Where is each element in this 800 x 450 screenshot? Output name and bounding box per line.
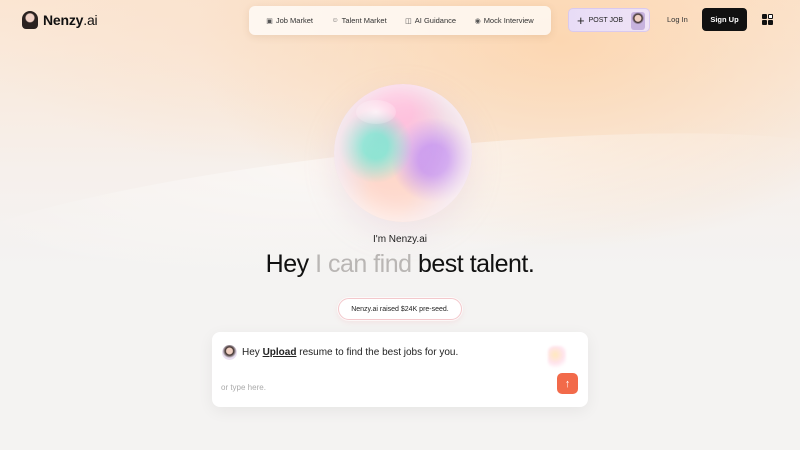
nav-ai-guidance[interactable]: ◫ AI Guidance — [405, 16, 456, 25]
chat-input[interactable] — [221, 380, 541, 394]
brand-name: Nenzy.ai — [43, 12, 98, 28]
chat-box: Hey Upload resume to find the best jobs … — [212, 332, 588, 407]
page-title: Hey I can find best talent. — [0, 250, 800, 279]
orb-highlight — [356, 100, 396, 124]
plus-icon: + — [577, 12, 585, 28]
chat-message: Hey Upload resume to find the best jobs … — [242, 347, 459, 358]
ai-orb — [334, 84, 472, 222]
nav-mock-interview[interactable]: ◉ Mock Interview — [475, 16, 534, 25]
upload-link[interactable]: Upload — [263, 347, 297, 358]
headline-end: best talent. — [418, 250, 535, 278]
login-link[interactable]: Log In — [667, 15, 688, 24]
post-job-label: POST JOB — [588, 16, 624, 24]
funding-badge[interactable]: Nenzy.ai raised $24K pre-seed. — [338, 298, 462, 320]
brand-logo[interactable]: Nenzy.ai — [22, 11, 98, 29]
grid-menu-icon[interactable] — [762, 14, 773, 25]
avatar — [222, 345, 237, 360]
user-icon: ☺ — [331, 17, 339, 24]
nav-talent-market[interactable]: ☺ Talent Market — [331, 16, 386, 25]
sparkle-icon — [548, 346, 566, 368]
avatar — [631, 12, 645, 30]
headline-start: Hey — [265, 250, 309, 278]
book-icon: ◫ — [405, 17, 412, 25]
nav-job-market[interactable]: ▣ Job Market — [266, 16, 313, 25]
send-button[interactable]: ↑ — [557, 373, 578, 394]
target-icon: ◉ — [474, 17, 481, 25]
main-nav: ▣ Job Market ☺ Talent Market ◫ AI Guidan… — [249, 6, 551, 35]
briefcase-icon: ▣ — [266, 17, 273, 25]
signup-button[interactable]: Sign Up — [702, 8, 747, 31]
logo-avatar-icon — [22, 11, 38, 29]
nav-label: AI Guidance — [414, 16, 457, 25]
nav-label: Job Market — [275, 16, 313, 25]
intro-text: I'm Nenzy.ai — [373, 234, 427, 245]
arrow-up-icon: ↑ — [564, 377, 571, 390]
post-job-button[interactable]: + POST JOB — [568, 8, 650, 32]
headline-muted: I can find — [315, 250, 412, 278]
nav-label: Talent Market — [341, 16, 387, 25]
nav-label: Mock Interview — [483, 16, 534, 25]
